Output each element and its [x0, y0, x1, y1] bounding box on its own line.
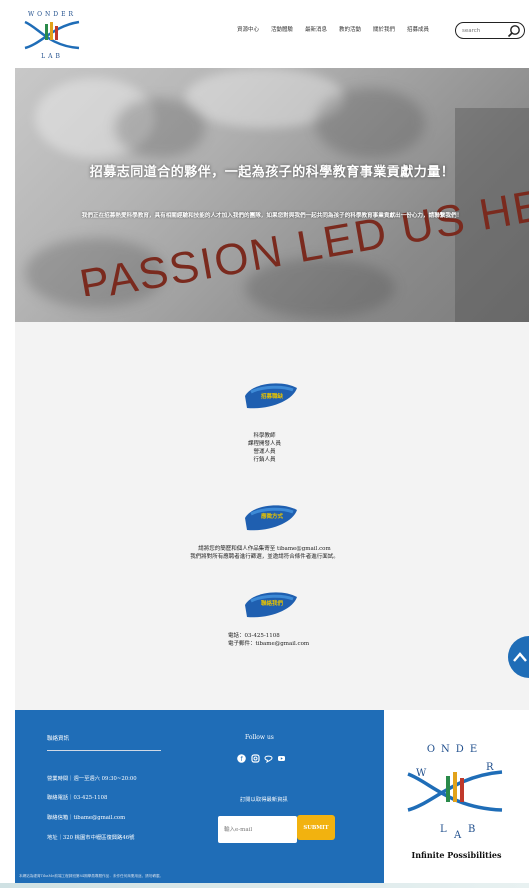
list-item: 科學教師 — [253, 433, 276, 439]
youtube-icon[interactable] — [277, 754, 286, 763]
search-input[interactable] — [462, 25, 506, 36]
svg-text:LAB: LAB — [41, 53, 63, 60]
footer-address: 地址｜320 桃園市中壢區復興路46號 — [47, 835, 135, 841]
footer-email: 聯絡信箱｜tibame@gmail.com — [47, 815, 126, 821]
footer-phone: 聯絡電話｜03-425-1108 — [47, 795, 108, 801]
brush-label-positions: 招募職缺 — [261, 394, 284, 400]
footer-hours: 營業時間｜週一至週六 09:30~20:00 — [47, 776, 137, 782]
search-box — [455, 22, 525, 39]
apply-line: 請將您的簡歷和個人作品集寄至 tibame@gmail.com — [198, 546, 331, 552]
svg-text:ONDE: ONDE — [427, 744, 483, 755]
svg-text:L: L — [440, 824, 447, 835]
facebook-icon[interactable]: f — [237, 754, 246, 763]
footer-divider — [47, 750, 161, 751]
svg-text:A: A — [453, 830, 462, 841]
nav-resources[interactable]: 資源中心 — [231, 25, 265, 33]
contact-line: 電子郵件：tibame@gmail.com — [228, 641, 310, 647]
svg-text:WONDER: WONDER — [28, 11, 76, 18]
scroll-top-button[interactable] — [508, 636, 529, 678]
nav-news[interactable]: 最新消息 — [299, 25, 333, 33]
positions-list: 科學教師 課程開發人員 營運人員 行銷人員 — [0, 432, 529, 464]
instagram-icon[interactable] — [251, 754, 260, 763]
wonder-lab-brand-logo: ONDE W R L A B — [407, 744, 503, 841]
copyright-text: 本網站為緯育TibaMe前端工程師班第84期學員專題作品．未作任何商業用途，請勿… — [19, 874, 164, 878]
apply-text: 請將您的簡歷和個人作品集寄至 tibame@gmail.com 我們將對所有應聘… — [0, 545, 529, 561]
hero-leaf-shadow — [115, 98, 205, 158]
contact-text: 電話：03-425-1108 電子郵件：tibame@gmail.com — [0, 632, 529, 648]
brush-label-contact: 聯絡我們 — [261, 601, 284, 607]
search-icon[interactable] — [507, 24, 521, 38]
hero-heading: 招募志同道合的夥伴，一起為孩子的科學教育事業貢獻力量！ — [89, 165, 455, 180]
nav-recruit[interactable]: 招募成員 — [401, 25, 435, 33]
main-nav: 資源中心 活動體驗 最新消息 教的活動 關於我們 招募成員 — [231, 25, 435, 33]
footer-contact: 聯絡資訊 營業時間｜週一至週六 09:30~20:00 聯絡電話｜03-425-… — [47, 734, 177, 841]
contact-line: 電話：03-425-1108 — [228, 633, 280, 639]
follow-us-title: Follow us — [245, 734, 274, 741]
subscribe-title: 訂閱以取得最新資訊 — [240, 797, 288, 803]
site-header: WONDER LAB 資源中心 活動體驗 最新消息 教的活動 關於我們 招募成員 — [15, 0, 529, 68]
subscribe-email-input[interactable] — [218, 816, 297, 843]
submit-button[interactable]: SUBMIT — [297, 815, 335, 840]
brush-label-apply: 應徵方式 — [261, 514, 284, 520]
brand-panel: ONDE W R L A B Infinite Possibilities — [384, 710, 529, 885]
nav-about[interactable]: 關於我們 — [367, 25, 401, 33]
brand-tagline: Infinite Possibilities — [411, 850, 502, 860]
passion-sign-text: PASSION LED US HERE — [76, 176, 529, 296]
chevron-up-icon — [513, 652, 527, 662]
wonder-lab-logo[interactable]: WONDER LAB — [21, 8, 83, 62]
list-item: 行銷人員 — [253, 457, 276, 463]
line-icon[interactable] — [264, 754, 273, 763]
site-footer: 聯絡資訊 營業時間｜週一至週六 09:30~20:00 聯絡電話｜03-425-… — [15, 710, 384, 885]
nav-teaching[interactable]: 教的活動 — [333, 25, 367, 33]
apply-line: 我們將對所有應聘者進行篩選，並邀請符合條件者進行面試。 — [190, 554, 339, 560]
hero-subheading: 我們正在招募熱愛科學教育，具有相關經驗和技能的人才加入我們的團隊，如果您對與我們… — [81, 213, 463, 219]
page: WONDER LAB 資源中心 活動體驗 最新消息 教的活動 關於我們 招募成員 — [0, 0, 529, 888]
footer-title: 聯絡資訊 — [47, 736, 70, 742]
passion-sign: PASSION LED US HERE — [76, 176, 529, 296]
list-item: 課程開發人員 — [247, 441, 281, 447]
hero-banner: PASSION LED US HERE 招募志同道合的夥伴，一起為孩子的科學教育… — [15, 68, 529, 322]
bottom-band — [0, 883, 529, 888]
svg-text:B: B — [468, 824, 475, 835]
list-item: 營運人員 — [253, 449, 276, 455]
hero-leaf-shadow — [315, 88, 425, 158]
nav-activities[interactable]: 活動體驗 — [265, 25, 299, 33]
